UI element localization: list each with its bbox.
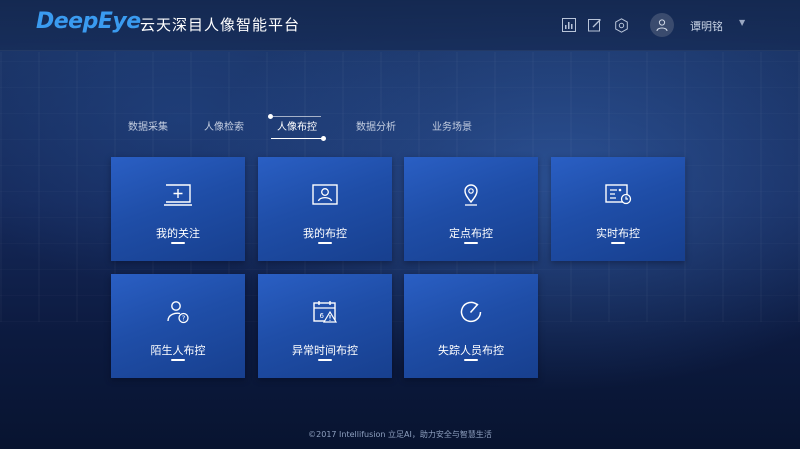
tile-stranger-surveillance[interactable]: ? 陌生人布控 — [111, 274, 245, 378]
edit-icon[interactable] — [587, 17, 603, 33]
tab-data-collection[interactable]: 数据采集 — [128, 118, 168, 138]
add-box-icon — [163, 181, 193, 209]
realtime-panel-icon — [603, 181, 633, 209]
username[interactable]: 谭明铭 — [690, 18, 723, 34]
calendar-warning-icon: 6 — [310, 298, 340, 326]
tile-label: 失踪人员布控 — [438, 344, 504, 357]
tile-label: 实时布控 — [596, 227, 640, 240]
active-tab-indicator — [273, 116, 321, 117]
tile-label: 陌生人布控 — [150, 344, 206, 357]
svg-text:6: 6 — [320, 312, 325, 320]
circle-arrow-icon — [456, 298, 486, 326]
site-title: 云天深目人像智能平台 — [140, 16, 301, 34]
tile-fixed-point-surveillance[interactable]: 定点布控 — [404, 157, 538, 261]
tab-face-surveillance[interactable]: 人像布控 — [268, 114, 326, 141]
tile-abnormal-time-surveillance[interactable]: 6 异常时间布控 — [258, 274, 392, 378]
tile-underline — [171, 242, 185, 244]
tile-underline — [464, 359, 478, 361]
copyright-footer: ©2017 Intellifusion 立足AI，助力安全与智慧生活 — [308, 430, 492, 439]
bar-chart-icon[interactable] — [561, 17, 577, 33]
settings-icon[interactable] — [613, 17, 629, 33]
stranger-question-icon: ? — [163, 298, 193, 326]
tile-underline — [171, 359, 185, 361]
tile-underline — [318, 359, 332, 361]
tile-my-surveillance[interactable]: 我的布控 — [258, 157, 392, 261]
tile-missing-person-surveillance[interactable]: 失踪人员布控 — [404, 274, 538, 378]
tile-label: 我的布控 — [303, 227, 347, 240]
tile-my-follow[interactable]: 我的关注 — [111, 157, 245, 261]
top-bar: DeepEye 云天深目人像智能平台 谭明铭 ▼ — [0, 0, 800, 51]
svg-text:?: ? — [182, 315, 186, 323]
tab-face-search[interactable]: 人像检索 — [204, 118, 244, 138]
tile-realtime-surveillance[interactable]: 实时布控 — [551, 157, 685, 261]
location-pin-icon — [456, 181, 486, 209]
tile-underline — [318, 242, 332, 244]
tile-underline — [611, 242, 625, 244]
user-avatar[interactable] — [650, 13, 674, 37]
chevron-down-icon[interactable]: ▼ — [739, 18, 745, 27]
tile-label: 我的关注 — [156, 227, 200, 240]
user-icon — [656, 19, 668, 32]
tile-label: 异常时间布控 — [292, 344, 358, 357]
tile-underline — [464, 242, 478, 244]
portrait-icon — [310, 181, 340, 209]
tab-business-scenarios[interactable]: 业务场景 — [432, 118, 472, 138]
tab-label: 人像布控 — [277, 122, 317, 133]
tab-data-analysis[interactable]: 数据分析 — [356, 118, 396, 138]
tile-label: 定点布控 — [449, 227, 493, 240]
brand-logo[interactable]: DeepEye — [36, 9, 141, 34]
